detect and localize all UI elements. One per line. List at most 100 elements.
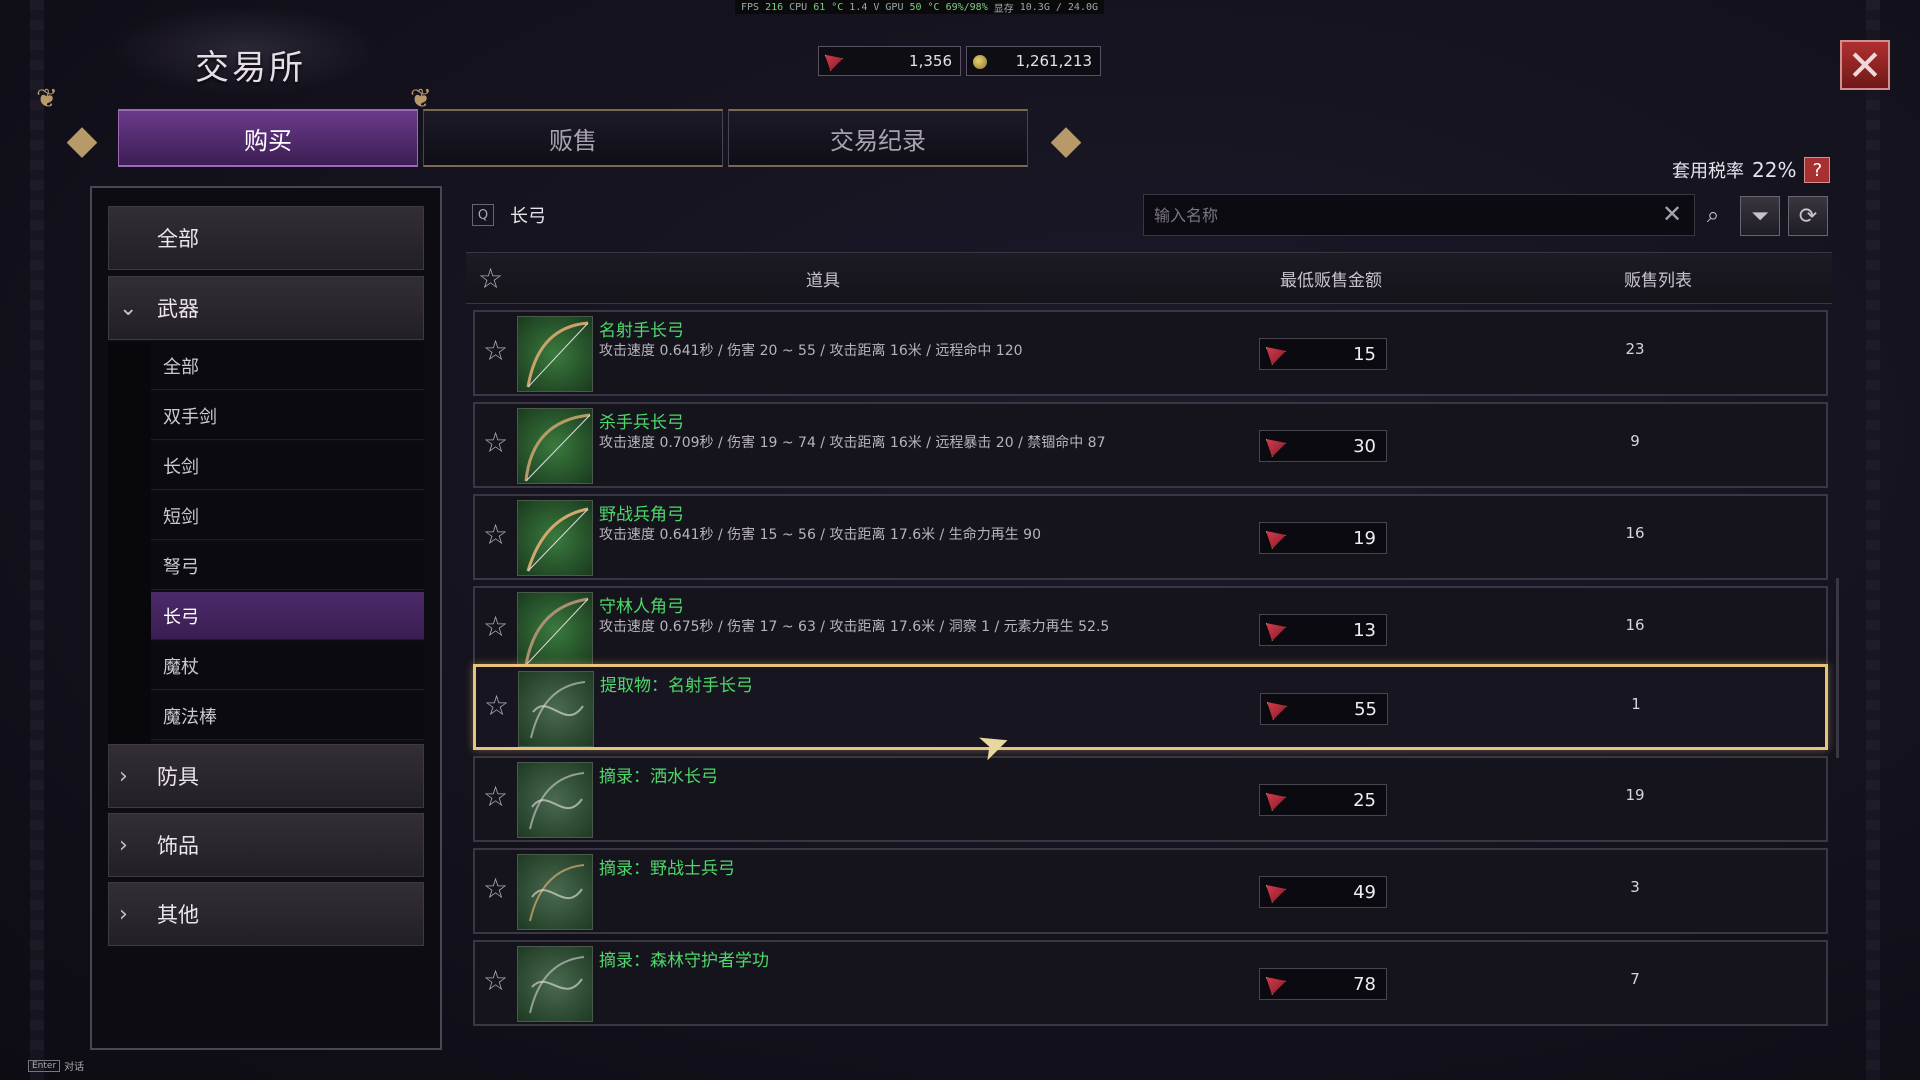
extract-item-icon [517,946,593,1022]
favorite-star-icon[interactable]: ☆ [483,426,508,459]
tax-help-button[interactable]: ? [1804,157,1831,183]
category-weapons[interactable]: ⌄ 武器 [108,276,424,340]
listing-count: 3 [1630,878,1640,896]
tab-sell[interactable]: 贩售 [423,109,723,167]
breadcrumb: 长弓 [510,206,546,227]
listing-count: 23 [1625,340,1645,358]
listing-count: 19 [1625,786,1645,804]
close-icon: ✕ [1847,40,1883,90]
search-box [1143,194,1695,236]
refresh-button[interactable]: ⟳ [1788,196,1828,236]
subcategory-wand[interactable]: 魔法棒 [151,692,424,740]
ticket-icon [1267,702,1287,720]
ticket-icon [1266,623,1286,641]
subcategory-longbow[interactable]: 长弓 [151,592,424,640]
item-price: 15 [1353,343,1376,365]
gold-coin-icon [973,55,987,69]
table-row-highlighted[interactable]: ☆ 提取物：名射手长弓 55 1 [473,664,1828,750]
favorite-star-icon[interactable]: ☆ [483,518,508,551]
favorite-filter-icon[interactable]: ☆ [478,262,503,295]
chevron-right-icon: › [119,901,128,927]
performance-overlay: FPS 216 CPU 61 °C 1.4 V GPU 50 °C 69%/98… [735,0,1105,15]
category-armor[interactable]: › 防具 [108,744,424,808]
tab-history[interactable]: 交易纪录 [728,109,1028,167]
list-scrollbar[interactable] [1836,578,1839,758]
table-row[interactable]: ☆ 名射手长弓 攻击速度 0.641秒 / 伤害 20 ~ 55 / 攻击距离 … [473,310,1828,396]
category-other[interactable]: › 其他 [108,882,424,946]
tax-rate: 套用税率 22% ? [1672,157,1831,183]
category-all-label: 全部 [157,227,199,251]
ticket-icon [1266,531,1286,549]
gpu-temp: 50 °C [909,1,940,13]
listing-count: 7 [1630,970,1640,988]
favorite-star-icon[interactable]: ☆ [483,964,508,997]
ticket-icon [1266,793,1286,811]
search-input[interactable] [1154,205,1634,225]
item-name: 杀手兵长弓 [599,413,684,433]
subcategory-all[interactable]: 全部 [151,342,424,390]
item-price: 78 [1353,973,1376,995]
column-listings[interactable]: 贩售列表 [1624,266,1692,291]
item-price: 49 [1353,881,1376,903]
clear-search-icon[interactable]: ✕ [1662,200,1682,228]
favorite-star-icon[interactable]: ☆ [483,610,508,643]
price-box: 19 [1259,522,1387,554]
table-row[interactable]: ☆ 杀手兵长弓 攻击速度 0.709秒 / 伤害 19 ~ 74 / 攻击距离 … [473,402,1828,488]
tab-buy[interactable]: 购买 [118,109,418,167]
category-accessories[interactable]: › 饰品 [108,813,424,877]
fps-label: FPS [741,1,760,13]
right-border-decoration [1866,0,1880,1080]
category-all[interactable]: 全部 [108,206,424,270]
listing-count: 9 [1630,432,1640,450]
table-row[interactable]: ☆ 摘录：洒水长弓 25 19 [473,756,1828,842]
extract-item-icon [517,762,593,838]
chevron-down-icon: ⌄ [119,295,138,321]
left-border-decoration [30,0,44,1080]
price-box: 25 [1259,784,1387,816]
ticket-amount: 1,356 [909,52,952,70]
item-name: 摘录：洒水长弓 [599,767,718,787]
price-box: 30 [1259,430,1387,462]
subcategory-greatsword[interactable]: 双手剑 [151,392,424,440]
favorite-star-icon[interactable]: ☆ [483,872,508,905]
column-item[interactable]: 道具 [806,266,840,291]
chevron-right-icon: › [119,763,128,789]
tab-right-arrow-icon: ◆ [1050,117,1082,163]
item-name: 守林人角弓 [599,597,684,617]
cpu-temp: 61 °C [813,1,844,13]
favorite-star-icon[interactable]: ☆ [483,334,508,367]
favorite-star-icon[interactable]: ☆ [483,780,508,813]
ticket-currency: 1,356 [818,46,961,76]
item-price: 55 [1354,698,1377,720]
refresh-icon: ⟳ [1798,203,1818,229]
chevron-right-icon: › [119,832,128,858]
category-other-label: 其他 [157,903,199,927]
subcategory-dagger[interactable]: 短剑 [151,492,424,540]
subcategory-staff[interactable]: 魔杖 [151,642,424,690]
item-name: 名射手长弓 [599,321,684,341]
vram-label: 显存 [993,3,1014,15]
longbow-item-icon [517,316,593,392]
ticket-icon [825,54,843,71]
item-name: 提取物：名射手长弓 [600,676,753,696]
subcategory-longsword[interactable]: 长剑 [151,442,424,490]
favorite-star-icon[interactable]: ☆ [484,689,509,722]
table-row[interactable]: ☆ 野战兵角弓 攻击速度 0.641秒 / 伤害 15 ~ 56 / 攻击距离 … [473,494,1828,580]
search-icon[interactable]: ⌕ [1696,196,1730,234]
category-weapons-label: 武器 [157,297,199,321]
listing-count: 16 [1625,616,1645,634]
column-min-price[interactable]: 最低贩售金额 [1280,266,1382,291]
table-row[interactable]: ☆ 守林人角弓 攻击速度 0.675秒 / 伤害 17 ~ 63 / 攻击距离 … [473,586,1828,672]
ticket-icon [1266,885,1286,903]
filter-button[interactable]: ⏷ [1740,196,1780,236]
item-price: 30 [1353,435,1376,457]
close-button[interactable]: ✕ [1840,40,1890,90]
listing-count: 16 [1625,524,1645,542]
breadcrumb-icon: Q [472,204,494,226]
enter-key: Enter [28,1059,61,1072]
item-price: 13 [1353,619,1376,641]
table-row[interactable]: ☆ 摘录：森林守护者学功 78 7 [473,940,1828,1026]
subcategory-crossbow[interactable]: 弩弓 [151,542,424,590]
page-title: 交易所 [195,48,306,88]
table-row[interactable]: ☆ 摘录：野战士兵弓 49 3 [473,848,1828,934]
